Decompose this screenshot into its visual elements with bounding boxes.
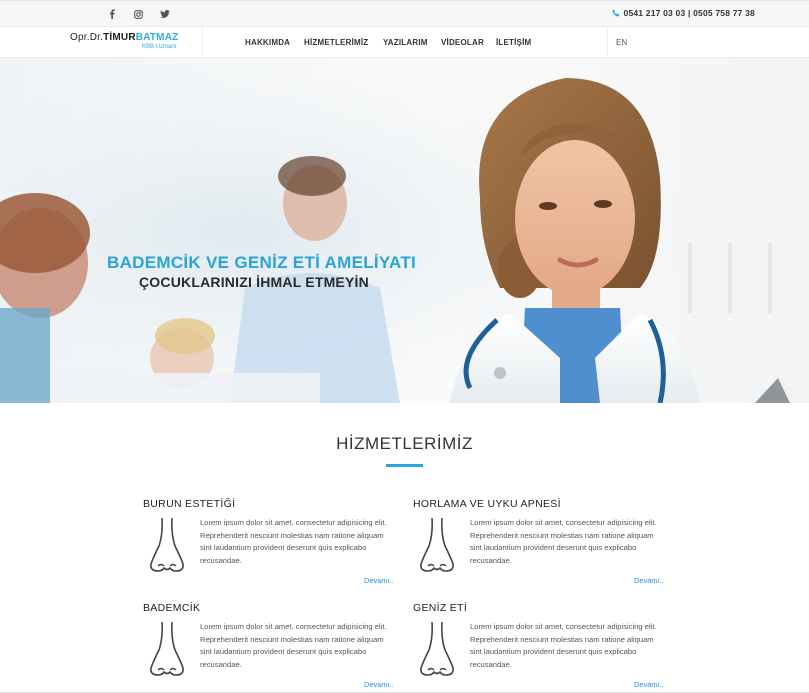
main-navbar: Opr.Dr. TİMUR BATMAZ KBB Uzmanı HAKKIMDA H… xyxy=(0,27,809,58)
hero-subtitle: ÇOCUKLARINIZI İHMAL ETMEYİN xyxy=(139,274,369,290)
logo-firstname: TİMUR xyxy=(103,32,136,43)
service-title: GENİZ ETİ xyxy=(413,602,468,614)
service-title: HORLAMA VE UYKU APNESİ xyxy=(413,498,561,510)
service-card-geniz-eti: GENİZ ETİ Lorem ipsum dolor sit amet, co… xyxy=(413,602,678,693)
nav-item-hizmetlerimiz[interactable]: HİZMETLERİMİZ xyxy=(304,38,368,47)
nose-icon xyxy=(150,517,184,572)
logo-prefix: Opr.Dr. xyxy=(70,32,104,43)
instagram-icon[interactable] xyxy=(132,8,144,20)
phone-icon xyxy=(611,9,620,17)
facebook-icon[interactable] xyxy=(106,8,118,20)
read-more-link[interactable]: Devamı.. xyxy=(364,576,394,585)
hero-slider[interactable]: BADEMCİK VE GENİZ ETİ AMELİYATI ÇOCUKLAR… xyxy=(0,58,809,403)
nav-item-yazilarim[interactable]: YAZILARIM xyxy=(383,38,428,47)
service-title: BADEMCİK xyxy=(143,602,201,614)
language-switch[interactable]: EN xyxy=(616,38,627,47)
nav-item-iletisim[interactable]: İLETİŞİM xyxy=(496,38,531,47)
site-logo[interactable]: Opr.Dr. TİMUR BATMAZ KBB Uzmanı xyxy=(70,32,179,51)
nav-item-hakkimda[interactable]: HAKKIMDA xyxy=(245,38,290,47)
twitter-icon[interactable] xyxy=(159,8,171,20)
nav-item-videolar[interactable]: VİDEOLAR xyxy=(441,38,484,47)
services-title: HİZMETLERİMİZ xyxy=(336,434,473,453)
read-more-link[interactable]: Devamı.. xyxy=(364,680,394,689)
service-description: Lorem ipsum dolor sit amet, consectetur … xyxy=(470,622,657,669)
nose-icon xyxy=(420,621,454,676)
logo-lastname: BATMAZ xyxy=(135,32,179,43)
service-card-burun-estetigi: BURUN ESTETİĞİ Lorem ipsum dolor sit ame… xyxy=(143,498,408,593)
hero-image xyxy=(0,58,809,403)
title-underline xyxy=(386,464,423,467)
nose-icon xyxy=(150,621,184,676)
nav-divider xyxy=(607,27,608,57)
phone-numbers[interactable]: 0541 217 03 03 | 0505 758 77 38 xyxy=(611,8,755,18)
service-description: Lorem ipsum dolor sit amet, consectetur … xyxy=(200,518,387,565)
hero-title: BADEMCİK VE GENİZ ETİ AMELİYATI xyxy=(107,253,417,272)
service-title: BURUN ESTETİĞİ xyxy=(143,498,236,510)
nose-icon xyxy=(420,517,454,572)
service-description: Lorem ipsum dolor sit amet, consectetur … xyxy=(470,518,657,565)
top-bar: 0541 217 03 03 | 0505 758 77 38 xyxy=(0,0,809,27)
read-more-link[interactable]: Devamı.. xyxy=(634,576,664,585)
logo-subtitle: KBB Uzmanı xyxy=(142,44,177,50)
phone-text: 0541 217 03 03 | 0505 758 77 38 xyxy=(623,8,755,18)
service-description: Lorem ipsum dolor sit amet, consectetur … xyxy=(200,622,387,669)
service-card-bademcik: BADEMCİK Lorem ipsum dolor sit amet, con… xyxy=(143,602,408,693)
service-card-horlama: HORLAMA VE UYKU APNESİ Lorem ipsum dolor… xyxy=(413,498,678,593)
nav-divider xyxy=(202,27,203,57)
read-more-link[interactable]: Devamı.. xyxy=(634,680,664,689)
